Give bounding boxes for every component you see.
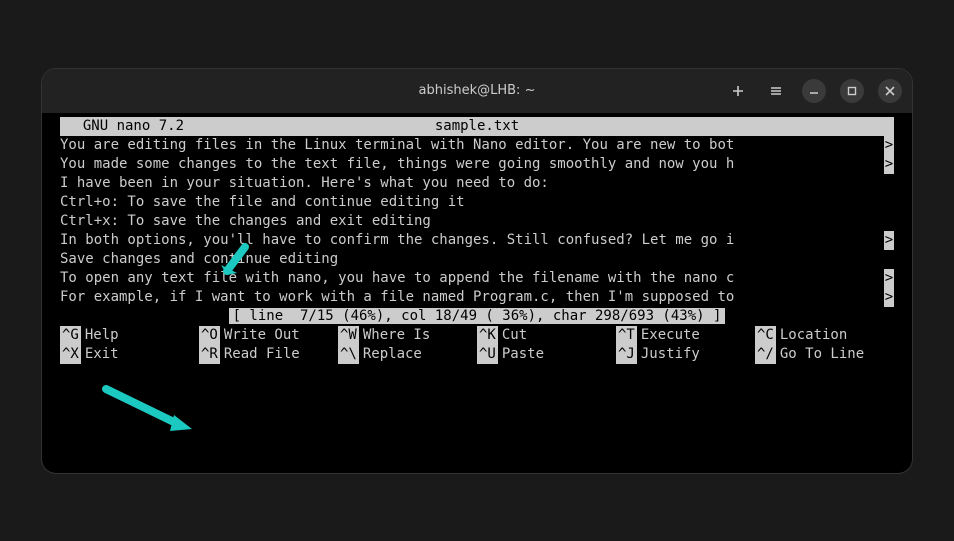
editor-line: Ctrl+o: To save the file and continue ed… xyxy=(60,193,894,212)
hamburger-menu-button[interactable] xyxy=(764,79,788,103)
editor-line: To open any text file with nano, you hav… xyxy=(60,269,894,288)
editor-line: You are editing files in the Linux termi… xyxy=(60,136,894,155)
shortcut-key: ^O xyxy=(199,326,220,345)
maximize-button[interactable] xyxy=(840,79,864,103)
editor-line: For example, if I want to work with a fi… xyxy=(60,288,894,307)
editor-line-text: In both options, you'll have to confirm … xyxy=(60,231,884,250)
shortcut-row-2: ^XExit^RRead File^\Replace^UPaste^JJusti… xyxy=(60,345,894,364)
shortcut-item: ^UPaste xyxy=(477,345,616,364)
minimize-button[interactable] xyxy=(802,79,826,103)
editor-line-text: You are editing files in the Linux termi… xyxy=(60,136,884,155)
editor-line: Save changes and continue editing xyxy=(60,250,894,269)
editor-line-text: You made some changes to the text file, … xyxy=(60,155,884,174)
shortcut-label: Exit xyxy=(81,345,119,364)
shortcut-key: ^X xyxy=(60,345,81,364)
editor-line: I have been in your situation. Here's wh… xyxy=(60,174,894,193)
shortcut-item: ^WWhere Is xyxy=(338,326,477,345)
shortcut-key: ^U xyxy=(477,345,498,364)
shortcut-label: Replace xyxy=(359,345,422,364)
line-truncated-indicator: > xyxy=(884,155,894,174)
shortcut-key: ^\ xyxy=(338,345,359,364)
shortcut-item: ^CLocation xyxy=(755,326,894,345)
shortcut-item: ^TExecute xyxy=(616,326,755,345)
shortcut-key: ^G xyxy=(60,326,81,345)
editor-line-text: For example, if I want to work with a fi… xyxy=(60,288,884,307)
shortcut-label: Paste xyxy=(498,345,544,364)
editor-line-text: Save changes and continue editing xyxy=(60,250,894,269)
shortcut-label: Where Is xyxy=(359,326,430,345)
status-line: [ line 7/15 (46%), col 18/49 ( 36%), cha… xyxy=(60,307,894,326)
terminal-pane[interactable]: GNU nano 7.2 sample.txt You are editing … xyxy=(42,113,912,473)
editor-line-text: To open any text file with nano, you hav… xyxy=(60,269,884,288)
shortcut-label: Help xyxy=(81,326,119,345)
shortcut-label: Write Out xyxy=(220,326,300,345)
shortcut-item: ^XExit xyxy=(60,345,199,364)
editor-line: You made some changes to the text file, … xyxy=(60,155,894,174)
editor-line: Ctrl+x: To save the changes and exit edi… xyxy=(60,212,894,231)
shortcut-label: Go To Line xyxy=(776,345,864,364)
nano-header-bar: GNU nano 7.2 sample.txt xyxy=(60,117,894,136)
line-truncated-indicator: > xyxy=(884,136,894,155)
shortcut-key: ^W xyxy=(338,326,359,345)
shortcut-label: Cut xyxy=(498,326,527,345)
shortcut-item: ^\Replace xyxy=(338,345,477,364)
nano-version: GNU nano 7.2 xyxy=(60,117,190,136)
shortcut-label: Read File xyxy=(220,345,300,364)
line-truncated-indicator: > xyxy=(884,269,894,288)
new-tab-button[interactable] xyxy=(726,79,750,103)
status-text: [ line 7/15 (46%), col 18/49 ( 36%), cha… xyxy=(229,308,726,324)
shortcut-key: ^R xyxy=(199,345,220,364)
window-controls xyxy=(726,79,902,103)
shortcut-key: ^J xyxy=(616,345,637,364)
shortcut-item: ^KCut xyxy=(477,326,616,345)
shortcut-row-1: ^GHelp^OWrite Out^WWhere Is^KCut^TExecut… xyxy=(60,326,894,345)
shortcut-key: ^K xyxy=(477,326,498,345)
line-truncated-indicator: > xyxy=(884,231,894,250)
shortcut-label: Justify xyxy=(637,345,700,364)
shortcut-label: Execute xyxy=(637,326,700,345)
shortcut-item: ^RRead File xyxy=(199,345,338,364)
close-button[interactable] xyxy=(878,79,902,103)
terminal-window: abhishek@LHB: ~ GNU nano 7.2 sample.txt xyxy=(42,69,912,473)
shortcut-label: Location xyxy=(776,326,847,345)
shortcut-item: ^JJustify xyxy=(616,345,755,364)
editor-body[interactable]: You are editing files in the Linux termi… xyxy=(60,136,894,307)
annotation-arrow-2 xyxy=(100,385,200,435)
line-truncated-indicator: > xyxy=(884,288,894,307)
editor-line-text: Ctrl+x: To save the changes and exit edi… xyxy=(60,212,894,231)
shortcut-item: ^OWrite Out xyxy=(199,326,338,345)
shortcut-key: ^T xyxy=(616,326,637,345)
editor-line-text: Ctrl+o: To save the file and continue ed… xyxy=(60,193,894,212)
shortcut-key: ^C xyxy=(755,326,776,345)
shortcut-key: ^/ xyxy=(755,345,776,364)
editor-line-text: I have been in your situation. Here's wh… xyxy=(60,174,894,193)
titlebar: abhishek@LHB: ~ xyxy=(42,69,912,113)
nano-filename: sample.txt xyxy=(190,117,764,136)
editor-line: In both options, you'll have to confirm … xyxy=(60,231,894,250)
shortcut-item: ^/Go To Line xyxy=(755,345,894,364)
window-title: abhishek@LHB: ~ xyxy=(419,83,536,98)
shortcut-item: ^GHelp xyxy=(60,326,199,345)
